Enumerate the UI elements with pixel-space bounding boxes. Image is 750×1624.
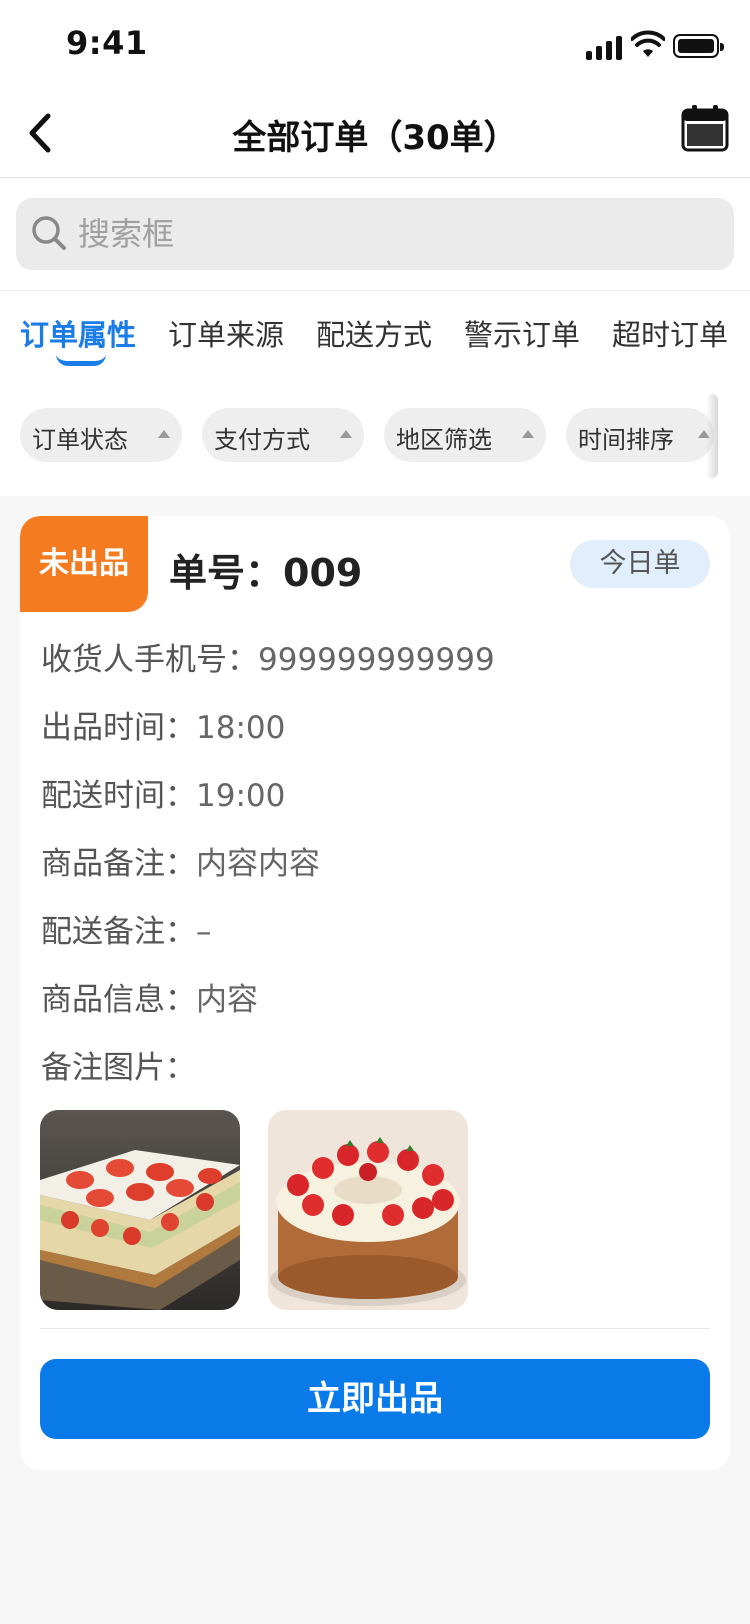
nav-bar: 全部订单（30单） — [0, 92, 750, 178]
signal-icon — [586, 34, 624, 60]
status-time: 9:41 — [66, 24, 148, 62]
field-product-info: 商品信息：内容 — [41, 982, 258, 1018]
calendar-icon[interactable] — [681, 104, 729, 152]
active-tab-indicator — [56, 354, 106, 366]
filter-label: 地区筛选 — [396, 426, 492, 454]
filter-region[interactable]: 地区筛选 — [384, 408, 546, 462]
order-number: 单号：009 — [169, 551, 363, 595]
search-bar[interactable] — [16, 198, 734, 270]
field-delivery-time: 配送时间：19:00 — [41, 778, 286, 814]
tab-overtime-orders[interactable]: 超时订单 — [612, 312, 728, 354]
caret-up-icon — [340, 430, 352, 438]
strawberry-cream-cake-image — [268, 1110, 468, 1310]
status-bar: 9:41 — [0, 0, 750, 92]
strawberry-slab-cake-image — [40, 1110, 240, 1310]
page-title: 全部订单（30单） — [232, 118, 518, 158]
filter-payment-method[interactable]: 支付方式 — [202, 408, 364, 462]
caret-up-icon — [522, 430, 534, 438]
produce-now-button[interactable]: 立即出品 — [40, 1359, 710, 1439]
tab-order-source[interactable]: 订单来源 — [168, 312, 284, 354]
field-delivery-note: 配送备注：– — [41, 914, 212, 950]
field-phone: 收货人手机号：999999999999 — [41, 642, 495, 678]
filter-label: 时间排序 — [578, 426, 674, 454]
header-area: 9:41 全部订单（30单） 订单属性 — [0, 0, 750, 496]
tab-order-attribute[interactable]: 订单属性 — [20, 312, 136, 354]
note-photo-2[interactable] — [268, 1110, 468, 1310]
search-icon — [32, 216, 66, 250]
today-badge: 今日单 — [570, 540, 710, 588]
tab-warning-orders[interactable]: 警示订单 — [464, 312, 580, 354]
filter-time-sort[interactable]: 时间排序 — [566, 408, 714, 462]
note-photo-1[interactable] — [40, 1110, 240, 1310]
search-input[interactable] — [78, 208, 698, 260]
divider — [0, 290, 750, 291]
field-note-images: 备注图片： — [41, 1050, 196, 1086]
scroll-fade — [706, 394, 718, 478]
field-product-note: 商品备注：内容内容 — [41, 846, 320, 882]
order-card[interactable]: 未出品 单号：009 今日单 收货人手机号：999999999999 出品时间：… — [20, 516, 730, 1470]
battery-icon — [673, 34, 724, 58]
filter-order-status[interactable]: 订单状态 — [20, 408, 182, 462]
filter-label: 支付方式 — [214, 426, 310, 454]
filter-label: 订单状态 — [32, 426, 128, 454]
status-badge: 未出品 — [20, 516, 148, 612]
card-divider — [40, 1328, 710, 1329]
tab-delivery-method[interactable]: 配送方式 — [316, 312, 432, 354]
filter-row: 订单状态 支付方式 地区筛选 时间排序 — [0, 408, 750, 464]
tab-bar: 订单属性 订单来源 配送方式 警示订单 超时订单 — [0, 312, 750, 362]
wifi-icon — [631, 30, 665, 57]
caret-up-icon — [158, 430, 170, 438]
field-production-time: 出品时间：18:00 — [41, 710, 286, 746]
